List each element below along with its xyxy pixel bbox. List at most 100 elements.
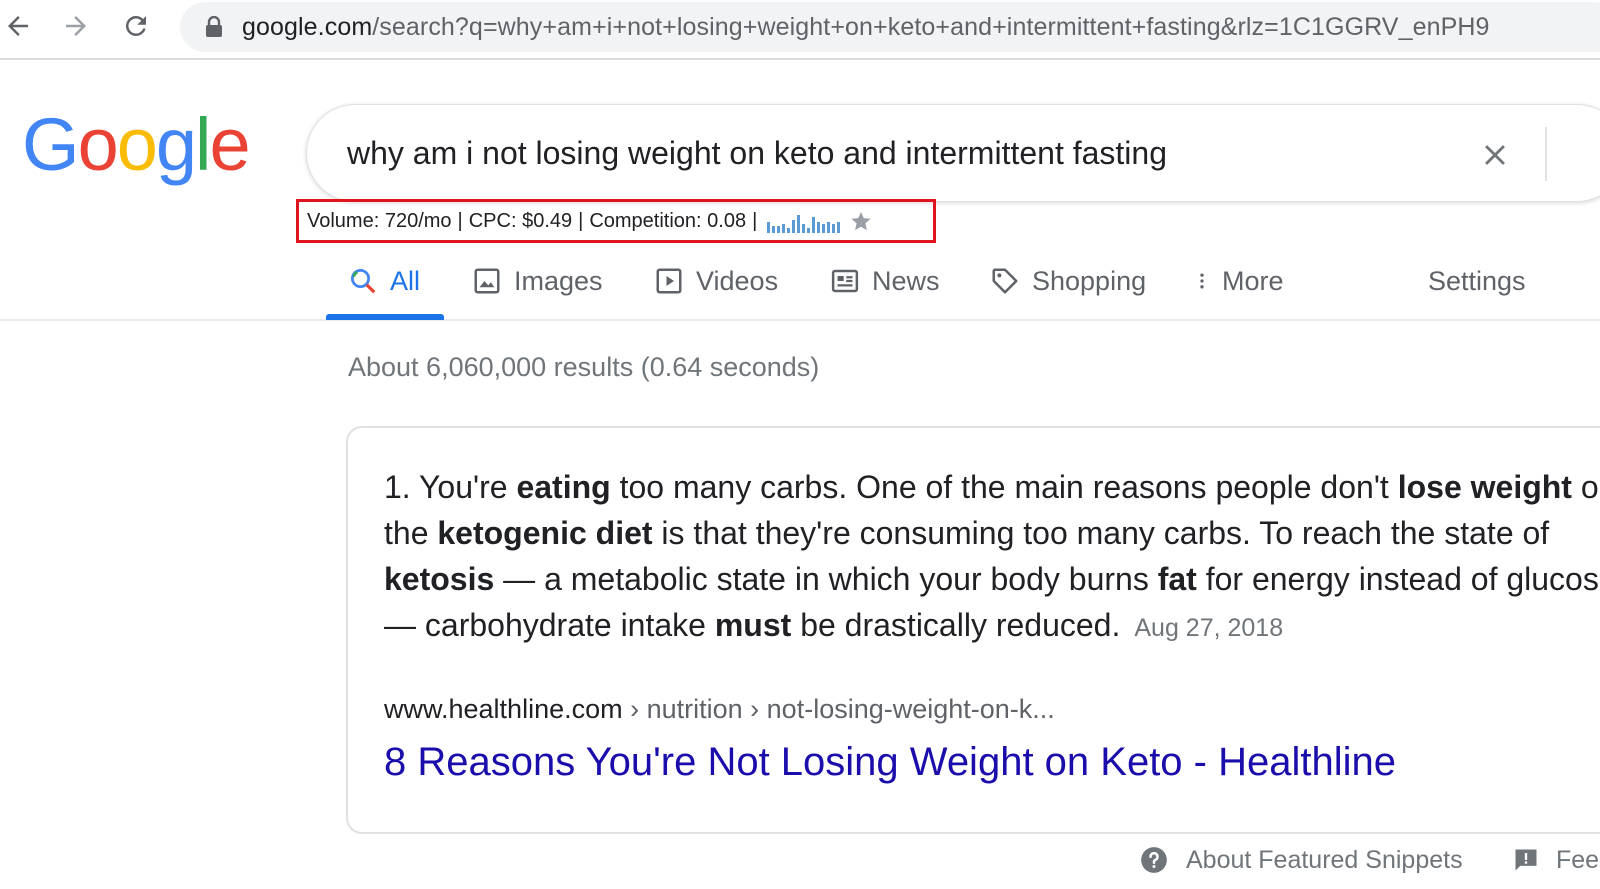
tag-icon xyxy=(992,268,1018,294)
snippet-text-run: for energy instead of glucose xyxy=(1196,561,1600,597)
snippet-text: 1. You're eating too many carbs. One of … xyxy=(384,464,1600,651)
tab-news[interactable]: News xyxy=(830,256,940,306)
results-count: About 6,060,000 results (0.64 seconds) xyxy=(348,352,820,382)
help-icon xyxy=(1141,847,1167,873)
logo-letter: G xyxy=(22,103,80,186)
logo-letter: o xyxy=(77,103,119,186)
clear-search-button[interactable] xyxy=(1473,133,1517,177)
snippet-line: ketosis — a metabolic state in which you… xyxy=(384,556,1600,602)
tab-all[interactable]: All xyxy=(348,256,420,306)
metrics-separator: | xyxy=(752,209,758,232)
snippet-date: Aug 27, 2018 xyxy=(1134,614,1284,642)
metrics-separator: | xyxy=(457,209,463,232)
trend-bar xyxy=(807,228,811,233)
trend-bar xyxy=(812,217,816,233)
tab-shopping[interactable]: Shopping xyxy=(990,256,1146,306)
back-button[interactable] xyxy=(0,8,36,44)
about-label: About Featured Snippets xyxy=(1186,845,1463,874)
star-icon[interactable] xyxy=(850,210,872,232)
search-tabs: All Images Videos News Shopping More Set… xyxy=(0,246,1600,321)
reload-button[interactable] xyxy=(118,8,154,44)
snippet-bold-text: ketogenic diet xyxy=(437,515,653,551)
tab-more[interactable]: More xyxy=(1192,256,1284,306)
cite-domain: www.healthline.com xyxy=(384,694,623,724)
trend-bar xyxy=(787,228,791,233)
trend-bar xyxy=(792,220,796,233)
snippet-citation[interactable]: www.healthline.com › nutrition › not-los… xyxy=(384,694,1055,725)
tab-images[interactable]: Images xyxy=(472,256,603,306)
snippet-text-run: too many carbs. One of the main reasons … xyxy=(610,469,1398,505)
snippet-line: 1. You're eating too many carbs. One of … xyxy=(384,464,1600,510)
trend-bar xyxy=(797,215,801,233)
news-icon xyxy=(831,269,859,293)
trend-bar xyxy=(772,226,776,233)
trend-bar xyxy=(782,224,786,233)
search-icon xyxy=(351,269,376,294)
browser-toolbar: google.com/search?q=why+am+i+not+losing+… xyxy=(0,0,1600,60)
search-trend-chart[interactable] xyxy=(767,215,841,233)
cite-breadcrumbs: › nutrition › not-losing-weight-on-k... xyxy=(622,694,1055,724)
about-featured-snippets[interactable]: About Featured Snippets xyxy=(1140,840,1463,880)
logo-letter: l xyxy=(195,103,212,186)
active-tab-indicator xyxy=(326,314,444,320)
snippet-bold-text: must xyxy=(714,607,792,643)
snippet-text-run: — carbohydrate intake xyxy=(384,607,715,643)
feedback-icon xyxy=(1515,849,1537,871)
search-box-divider xyxy=(1545,127,1547,181)
trend-bar xyxy=(777,226,781,233)
lock-icon[interactable] xyxy=(204,16,224,38)
logo-letter: o xyxy=(116,103,158,186)
snippet-text-run: be drastically reduced. xyxy=(791,607,1121,643)
search-input[interactable] xyxy=(347,129,1427,177)
snippet-result-link[interactable]: 8 Reasons You're Not Losing Weight on Ke… xyxy=(384,740,1396,785)
video-icon xyxy=(656,268,682,294)
feedback-button[interactable]: Feedback xyxy=(1512,840,1600,880)
snippet-bold-text: eating xyxy=(516,469,611,505)
url-text[interactable]: google.com/search?q=why+am+i+not+losing+… xyxy=(242,13,1490,42)
google-logo[interactable]: Google xyxy=(22,103,251,186)
snippet-text-run: 1. You're xyxy=(384,469,517,505)
close-icon xyxy=(1485,145,1505,165)
trend-bar xyxy=(832,224,836,233)
tab-label: Images xyxy=(514,265,603,296)
keyword-metrics-bar: Volume: 720/mo | CPC: $0.49 | Competitio… xyxy=(296,199,936,243)
tab-label: Settings xyxy=(1428,265,1526,296)
forward-button[interactable] xyxy=(58,8,94,44)
tab-label: More xyxy=(1222,265,1284,296)
search-volume: Volume: 720/mo xyxy=(307,209,452,232)
image-icon xyxy=(474,268,500,294)
reload-icon xyxy=(125,15,146,36)
feedback-label: Feedback xyxy=(1556,845,1600,874)
logo-letter: e xyxy=(209,103,250,186)
trend-bar xyxy=(827,222,831,233)
address-bar[interactable]: google.com/search?q=why+am+i+not+losing+… xyxy=(180,2,1600,52)
url-domain: google.com xyxy=(242,12,373,41)
snippet-text-run: on xyxy=(1580,469,1600,505)
search-box xyxy=(306,104,1600,202)
snippet-bold-text: fat xyxy=(1157,561,1197,597)
tab-label: Videos xyxy=(696,265,779,296)
featured-snippet: 1. You're eating too many carbs. One of … xyxy=(346,426,1600,834)
snippet-line: the ketogenic diet is that they're consu… xyxy=(384,510,1600,556)
tab-label: Shopping xyxy=(1032,265,1147,296)
trend-bar xyxy=(802,224,806,233)
cost-per-click: CPC: $0.49 xyxy=(468,209,573,232)
back-arrow-icon xyxy=(8,16,28,36)
tab-label: News xyxy=(872,265,940,296)
snippet-bold-text: lose weight xyxy=(1397,469,1572,505)
more-vert-icon xyxy=(1200,273,1204,289)
tab-videos[interactable]: Videos xyxy=(654,256,778,306)
snippet-line: — carbohydrate intake must be drasticall… xyxy=(384,602,1600,651)
snippet-bold-text: ketosis xyxy=(384,561,495,597)
trend-bar xyxy=(837,222,841,233)
tab-label: All xyxy=(390,265,421,296)
forward-arrow-icon xyxy=(66,16,86,36)
snippet-text-run: — a metabolic state in which your body b… xyxy=(494,561,1158,597)
trend-bar xyxy=(822,224,826,233)
snippet-text-run: is that they're consuming too many carbs… xyxy=(652,515,1550,551)
tab-settings[interactable]: Settings xyxy=(1428,256,1526,306)
url-path: /search?q=why+am+i+not+losing+weight+on+… xyxy=(372,12,1490,41)
metrics-separator: | xyxy=(578,209,584,232)
snippet-text-run: the xyxy=(384,515,438,551)
competition-score: Competition: 0.08 xyxy=(589,209,747,232)
